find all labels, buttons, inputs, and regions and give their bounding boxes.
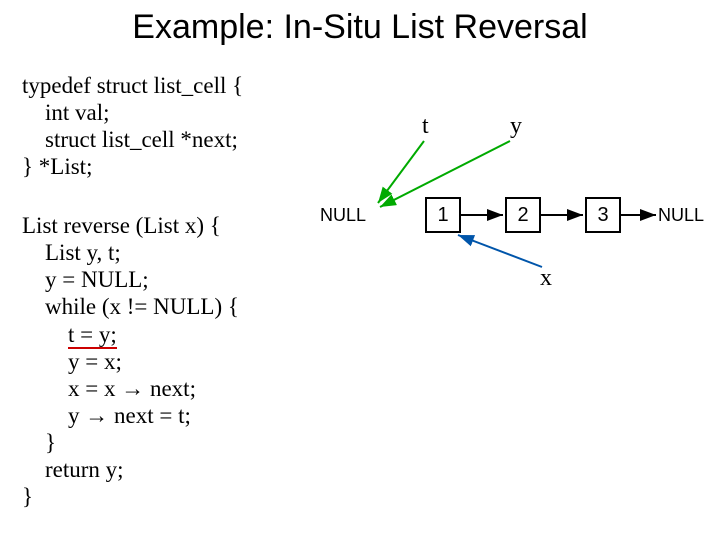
pointer-t: t: [422, 113, 429, 140]
reverse-l6: y = x;: [22, 349, 122, 374]
typedef-l3: struct list_cell *next;: [22, 127, 238, 152]
slide: Example: In-Situ List Reversal typedef s…: [0, 0, 720, 540]
reverse-l5-pre: [22, 322, 68, 347]
typedef-l2: int val;: [22, 100, 110, 125]
reverse-l11: }: [22, 484, 33, 509]
null-left: NULL: [320, 205, 366, 226]
null-right: NULL: [658, 205, 704, 226]
reverse-code: List reverse (List x) { List y, t; y = N…: [22, 212, 239, 510]
reverse-l3: y = NULL;: [22, 267, 149, 292]
reverse-l10: return y;: [22, 457, 124, 482]
typedef-l1: typedef struct list_cell {: [22, 73, 243, 98]
pointer-y: y: [510, 113, 522, 140]
node-2: 2: [505, 197, 541, 233]
node-1: 1: [425, 197, 461, 233]
slide-title: Example: In-Situ List Reversal: [0, 0, 720, 47]
typedef-l4: } *List;: [22, 154, 92, 179]
reverse-l1: List reverse (List x) {: [22, 213, 221, 238]
reverse-l2: List y, t;: [22, 240, 121, 265]
reverse-l4: while (x != NULL) {: [22, 294, 239, 319]
reverse-l5-highlight: t = y;: [68, 322, 117, 349]
reverse-l9: }: [22, 430, 56, 455]
pointer-x: x: [540, 265, 552, 292]
node-3: 3: [585, 197, 621, 233]
list-diagram: t y x NULL NULL 1 2 3: [310, 105, 720, 325]
reverse-l7: x = x → next;: [22, 376, 196, 401]
typedef-code: typedef struct list_cell { int val; stru…: [22, 72, 243, 181]
reverse-l8: y → next = t;: [22, 403, 191, 428]
